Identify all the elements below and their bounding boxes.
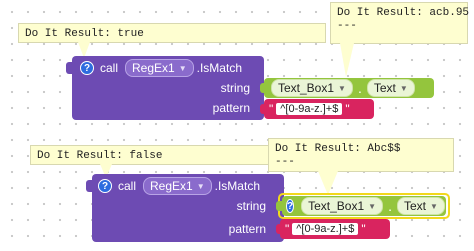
method-label: .IsMatch xyxy=(196,61,242,75)
component-dropdown[interactable]: RegEx1 ▼ xyxy=(125,59,194,77)
pattern-socket-label: pattern xyxy=(212,101,250,115)
dot-separator: . xyxy=(357,80,362,96)
component-name: RegEx1 xyxy=(132,61,175,75)
bubble-tail xyxy=(318,171,338,195)
help-icon[interactable]: ? xyxy=(286,199,295,213)
component-name: RegEx1 xyxy=(150,179,193,193)
chevron-down-icon: ▼ xyxy=(399,83,408,93)
component-dropdown[interactable]: RegEx1 ▼ xyxy=(143,177,212,195)
property-name: Text xyxy=(403,199,426,213)
chevron-down-icon: ▼ xyxy=(338,83,346,93)
quote-open: " xyxy=(285,222,290,236)
pattern-text[interactable]: ^[0-9a-z.]+$ xyxy=(292,223,359,235)
do-it-result-bubble-acb95: Do It Result: acb.95 --- xyxy=(330,2,469,44)
pattern-string-block[interactable]: " ^[0-9a-z.]+$ " xyxy=(264,99,374,119)
textbox-name: Text_Box1 xyxy=(278,81,335,95)
textbox-dropdown[interactable]: Text_Box1 ▼ xyxy=(301,197,384,215)
property-dropdown[interactable]: Text ▼ xyxy=(396,197,445,215)
string-socket-label: string xyxy=(220,81,250,95)
chevron-down-icon: ▼ xyxy=(429,201,438,211)
help-icon[interactable]: ? xyxy=(80,61,94,75)
call-row: ? call RegEx1 ▼ .IsMatch xyxy=(98,177,260,195)
chevron-down-icon: ▼ xyxy=(196,181,205,191)
dot-separator: . xyxy=(388,198,392,214)
textbox-text-getter-block[interactable]: ? Text_Box1 ▼ . Text ▼ xyxy=(282,196,446,216)
property-name: Text xyxy=(373,81,396,95)
call-label: call xyxy=(100,61,119,75)
call-row: ? call RegEx1 ▼ .IsMatch xyxy=(80,59,242,77)
property-dropdown[interactable]: Text ▼ xyxy=(366,79,415,97)
pattern-text[interactable]: ^[0-9a-z.]+$ xyxy=(276,103,343,115)
pattern-socket-label: pattern xyxy=(228,222,266,236)
call-label: call xyxy=(118,179,137,193)
pattern-string-block[interactable]: " ^[0-9a-z.]+$ " xyxy=(280,219,390,239)
do-it-result-bubble-abc: Do It Result: Abc$$ --- xyxy=(268,138,454,172)
quote-close: " xyxy=(361,222,366,236)
do-it-result-bubble-true: Do It Result: true xyxy=(18,23,326,43)
bubble-tail xyxy=(340,43,354,77)
textbox-dropdown[interactable]: Text_Box1 ▼ xyxy=(271,79,353,97)
textbox-text-getter-block[interactable]: Text_Box1 ▼ . Text ▼ xyxy=(264,78,434,98)
chevron-down-icon: ▼ xyxy=(178,63,187,73)
textbox-name: Text_Box1 xyxy=(308,199,365,213)
help-icon[interactable]: ? xyxy=(98,179,112,193)
quote-open: " xyxy=(269,102,274,116)
method-label: .IsMatch xyxy=(214,179,260,193)
chevron-down-icon: ▼ xyxy=(368,201,377,211)
string-socket-label: string xyxy=(236,199,266,213)
quote-close: " xyxy=(345,102,350,116)
